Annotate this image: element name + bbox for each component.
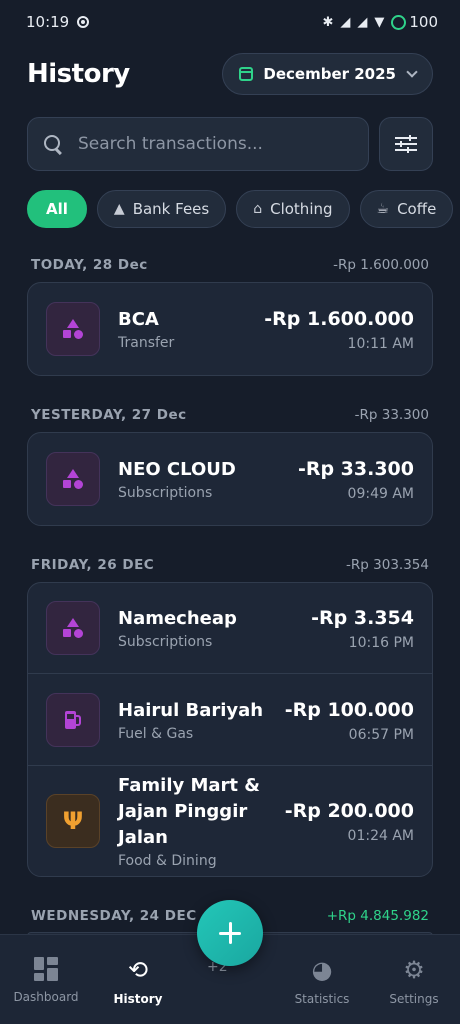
month-selector-button[interactable]: December 2025 <box>222 53 433 95</box>
filter-button[interactable] <box>379 117 433 171</box>
transaction-time: 01:24 AM <box>347 828 414 844</box>
transaction-category: Fuel & Gas <box>118 725 194 742</box>
dashboard-icon <box>34 957 58 981</box>
fuel-icon <box>63 709 83 731</box>
nav-label: Settings <box>389 992 439 1006</box>
pie-chart-icon: ◕ <box>311 956 333 984</box>
transaction-row[interactable]: NEO CLOUD Subscriptions -Rp 33.300 09:49… <box>28 433 432 525</box>
chip-bank-fees[interactable]: ▲ Bank Fees <box>96 190 227 228</box>
transaction-row[interactable]: Ψ Family Mart & Jajan Pinggir Jalan Food… <box>28 766 432 876</box>
shapes-icon <box>62 618 84 638</box>
transaction-card: BCA Transfer -Rp 1.600.000 10:11 AM <box>27 282 433 376</box>
group-date: WEDNESDAY, 24 DEC <box>31 908 197 924</box>
shapes-icon: ▲ <box>113 201 125 217</box>
search-box[interactable] <box>27 117 369 171</box>
transaction-time: 09:49 AM <box>347 486 414 502</box>
group-date: TODAY, 28 Dec <box>31 257 148 273</box>
transaction-list: TODAY, 28 Dec -Rp 1.600.000 BCA Transfer… <box>27 248 433 933</box>
transaction-time: 06:57 PM <box>348 726 414 743</box>
signal-icon: ◢ <box>340 14 351 30</box>
nav-label: History <box>113 992 163 1006</box>
category-icon-box <box>46 692 100 747</box>
transaction-amount: -Rp 33.300 <box>297 458 414 480</box>
chip-clothing[interactable]: ⌂ Clothing <box>236 190 350 228</box>
chip-label: Coffe <box>397 200 437 218</box>
transaction-card: Namecheap Subscriptions -Rp 3.354 10:16 … <box>27 582 433 877</box>
transaction-name: NEO CLOUD <box>118 459 236 480</box>
bluetooth-icon: ✱ <box>322 14 334 30</box>
category-icon-box <box>46 302 100 356</box>
transaction-amount: -Rp 1.600.000 <box>264 308 414 330</box>
history-icon: ⟲ <box>127 956 149 984</box>
page-title: History <box>27 59 130 89</box>
search-input[interactable] <box>78 134 352 154</box>
nav-label: Statistics <box>294 992 350 1006</box>
group-header: YESTERDAY, 27 Dec -Rp 33.300 <box>27 398 433 432</box>
transaction-card: NEO CLOUD Subscriptions -Rp 33.300 09:49… <box>27 432 433 526</box>
group-total: -Rp 303.354 <box>346 557 429 573</box>
cup-icon: ☕ <box>376 201 390 217</box>
group-date: YESTERDAY, 27 Dec <box>31 407 187 423</box>
battery-level: 100 <box>409 13 438 31</box>
transaction-category: Transfer <box>118 335 175 351</box>
category-icon-box: Ψ <box>46 794 100 848</box>
group-header: FRIDAY, 26 DEC -Rp 303.354 <box>27 548 433 582</box>
gear-icon: ⚙ <box>403 956 425 984</box>
month-label: December 2025 <box>263 65 396 83</box>
chip-label: Bank Fees <box>132 200 210 218</box>
transaction-category: Food & Dining <box>118 853 217 869</box>
nav-settings[interactable]: ⚙ Settings <box>368 957 460 1006</box>
search-row <box>27 117 433 171</box>
hanger-icon: ⌂ <box>253 201 263 217</box>
record-icon <box>77 16 90 28</box>
add-transaction-button[interactable] <box>197 900 263 966</box>
nav-label: Dashboard <box>13 990 79 1004</box>
category-icon-box <box>46 452 100 506</box>
plus-icon <box>219 922 241 944</box>
group-date: FRIDAY, 26 DEC <box>31 557 155 573</box>
chip-coffee[interactable]: ☕ Coffe <box>359 190 454 228</box>
fork-knife-icon: Ψ <box>62 807 84 835</box>
transaction-category: Subscriptions <box>118 634 213 650</box>
sliders-icon <box>395 135 417 153</box>
transaction-name: Family Mart & Jajan Pinggir Jalan <box>118 775 260 848</box>
shapes-icon <box>62 469 84 489</box>
transaction-category: Subscriptions <box>118 485 213 501</box>
chevron-down-icon <box>406 66 418 78</box>
nav-statistics[interactable]: ◕ Statistics <box>276 957 368 1006</box>
category-icon-box <box>46 601 100 655</box>
group-total: +Rp 4.845.982 <box>326 908 429 924</box>
header: History December 2025 <box>27 52 433 96</box>
transaction-row[interactable]: BCA Transfer -Rp 1.600.000 10:11 AM <box>28 283 432 375</box>
transaction-name: BCA <box>118 309 159 330</box>
wifi-icon: ▼ <box>374 14 385 30</box>
transaction-time: 10:16 PM <box>348 635 414 651</box>
group-header: TODAY, 28 Dec -Rp 1.600.000 <box>27 248 433 282</box>
chip-all[interactable]: All <box>27 190 87 228</box>
transaction-name: Hairul Bariyah <box>118 699 264 721</box>
chip-label: Clothing <box>270 200 333 218</box>
battery-icon <box>391 14 407 30</box>
category-chips: All ▲ Bank Fees ⌂ Clothing ☕ Coffe <box>27 190 460 228</box>
transaction-name: Namecheap <box>118 608 237 629</box>
nav-history[interactable]: ⟲ History <box>92 957 184 1006</box>
search-icon <box>44 135 61 153</box>
status-time: 10:19 <box>26 13 70 31</box>
transaction-row[interactable]: Hairul Bariyah Fuel & Gas -Rp 100.000 06… <box>28 674 432 766</box>
shapes-icon <box>62 319 84 339</box>
nav-dashboard[interactable]: Dashboard <box>0 957 92 1004</box>
group-total: -Rp 1.600.000 <box>333 257 429 273</box>
transaction-amount: -Rp 100.000 <box>284 698 414 721</box>
transaction-row[interactable]: Namecheap Subscriptions -Rp 3.354 10:16 … <box>28 583 432 674</box>
status-bar: 10:19 ✱ ◢ ◢ ▼ 100 <box>0 0 460 44</box>
calendar-icon <box>239 67 254 81</box>
transaction-amount: -Rp 200.000 <box>284 800 414 822</box>
group-total: -Rp 33.300 <box>354 407 429 423</box>
transaction-time: 10:11 AM <box>347 336 414 352</box>
transaction-amount: -Rp 3.354 <box>311 607 414 629</box>
signal-icon-2: ◢ <box>357 14 368 30</box>
chip-label: All <box>46 200 68 218</box>
